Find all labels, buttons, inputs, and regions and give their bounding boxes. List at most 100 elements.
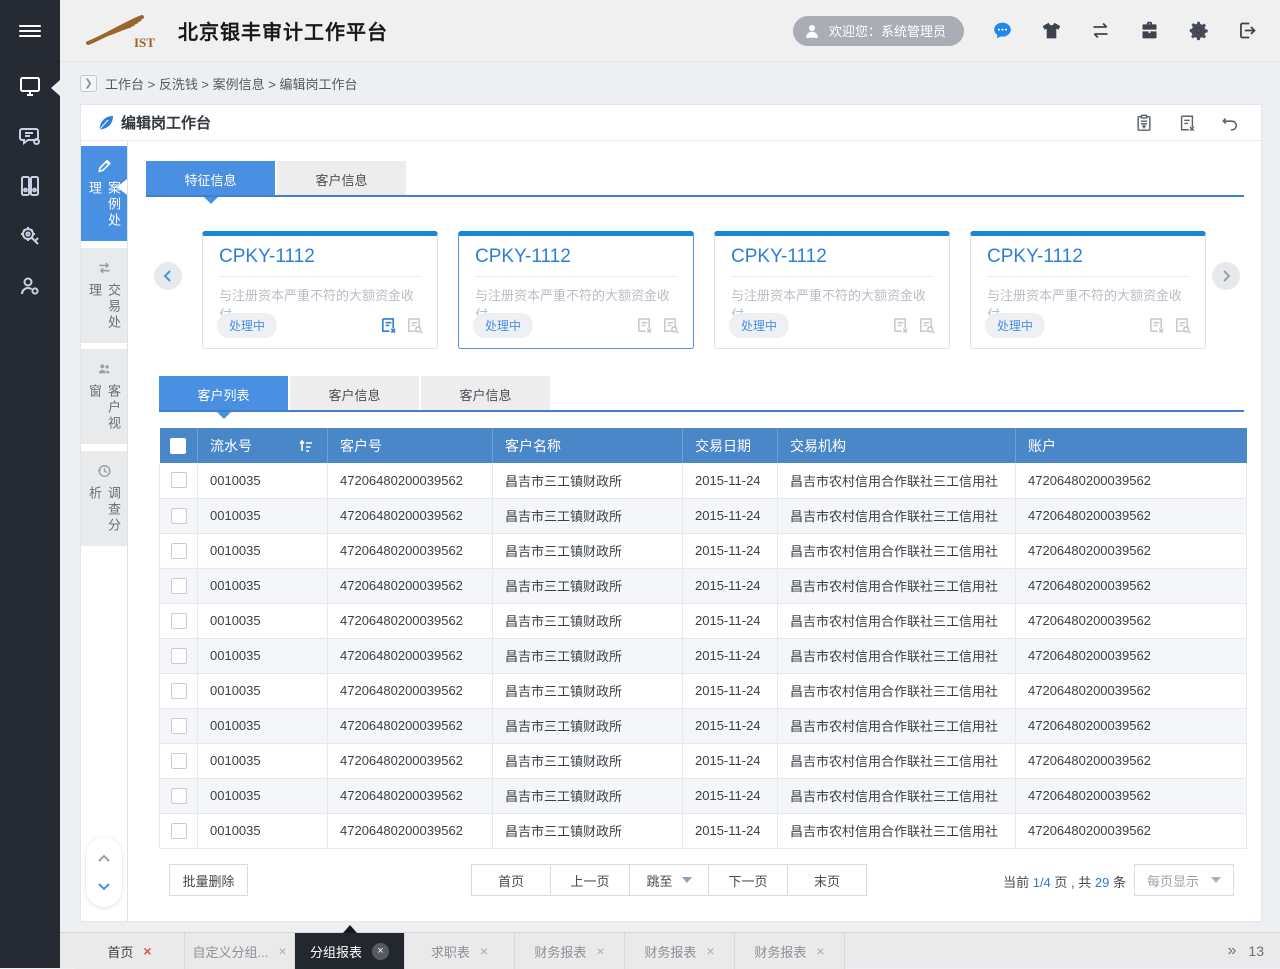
jump-to-dropdown[interactable]: 跳至 bbox=[629, 864, 709, 896]
carousel-prev-button[interactable] bbox=[154, 262, 182, 290]
menu-toggle-button[interactable] bbox=[0, 0, 60, 62]
tab-feature-info[interactable]: 特征信息 bbox=[146, 161, 277, 197]
chevron-up-icon[interactable] bbox=[97, 852, 111, 866]
case-card[interactable]: CPKY-1112 与注册资本严重不符的大额资金收付 处理中 bbox=[202, 231, 438, 349]
message-icon[interactable] bbox=[991, 20, 1013, 42]
table-cell: 昌吉市农村信用合作联社三工信用社 bbox=[778, 673, 1016, 708]
bottom-tab-job-form[interactable]: 求职表× bbox=[405, 933, 515, 969]
table-row[interactable]: 001003547206480200039562昌吉市三工镇财政所2015-11… bbox=[160, 533, 1247, 568]
table-cell: 47206480200039562 bbox=[328, 673, 493, 708]
case-card[interactable]: CPKY-1112 与注册资本严重不符的大额资金收付 处理中 bbox=[970, 231, 1206, 349]
table-row[interactable]: 001003547206480200039562昌吉市三工镇财政所2015-11… bbox=[160, 813, 1247, 848]
gear-icon[interactable] bbox=[1187, 20, 1209, 42]
sidebar-item-messages[interactable] bbox=[0, 113, 60, 163]
user-greeting-pill[interactable]: 欢迎您：系统管理员 bbox=[793, 16, 964, 46]
bottom-tab-group-report[interactable]: 分组报表× bbox=[295, 933, 405, 969]
side-tab-investigation[interactable]: 调查分析 bbox=[81, 451, 127, 546]
undo-icon[interactable] bbox=[1221, 114, 1239, 132]
side-tab-transaction-handling[interactable]: 交易处理 bbox=[81, 248, 127, 343]
table-row[interactable]: 001003547206480200039562昌吉市三工镇财政所2015-11… bbox=[160, 603, 1247, 638]
bottom-tab-home[interactable]: 首页× bbox=[75, 933, 185, 969]
feature-tabs: 特征信息 客户信息 bbox=[146, 161, 408, 197]
tab-customer-list[interactable]: 客户列表 bbox=[159, 376, 290, 412]
tab-customer-info-2[interactable]: 客户信息 bbox=[421, 376, 552, 412]
bottom-tab-finance-report-1[interactable]: 财务报表× bbox=[515, 933, 625, 969]
chevron-down-icon[interactable] bbox=[97, 879, 111, 893]
table-row[interactable]: 001003547206480200039562昌吉市三工镇财政所2015-11… bbox=[160, 673, 1247, 708]
sidebar-item-users[interactable] bbox=[0, 263, 60, 313]
row-checkbox[interactable] bbox=[171, 718, 187, 734]
doc-search-icon[interactable] bbox=[918, 317, 935, 334]
table-cell: 昌吉市农村信用合作联社三工信用社 bbox=[778, 813, 1016, 848]
first-page-button[interactable]: 首页 bbox=[471, 864, 551, 896]
close-icon[interactable]: × bbox=[596, 944, 604, 958]
user-icon bbox=[803, 22, 821, 40]
table-row[interactable]: 001003547206480200039562昌吉市三工镇财政所2015-11… bbox=[160, 463, 1247, 498]
next-page-button[interactable]: 下一页 bbox=[708, 864, 788, 896]
close-icon[interactable]: × bbox=[143, 944, 151, 958]
doc-delete-icon[interactable] bbox=[1148, 317, 1165, 334]
doc-search-icon[interactable] bbox=[662, 317, 679, 334]
prev-page-button[interactable]: 上一页 bbox=[550, 864, 630, 896]
case-card[interactable]: CPKY-1112 与注册资本严重不符的大额资金收付 处理中 bbox=[714, 231, 950, 349]
user-settings-icon bbox=[18, 274, 42, 303]
tab-customer-info[interactable]: 客户信息 bbox=[277, 161, 408, 197]
clipboard-submit-icon[interactable] bbox=[1135, 114, 1153, 132]
close-icon[interactable]: × bbox=[278, 944, 286, 958]
more-tabs-icon[interactable]: » bbox=[1228, 942, 1235, 960]
panel-header: 编辑岗工作台 bbox=[81, 105, 1261, 141]
tab-customer-info-1[interactable]: 客户信息 bbox=[290, 376, 421, 412]
bottom-tab-finance-report-3[interactable]: 财务报表× bbox=[735, 933, 845, 969]
case-card-selected[interactable]: CPKY-1112 与注册资本严重不符的大额资金收付 处理中 bbox=[458, 231, 694, 349]
row-checkbox[interactable] bbox=[171, 788, 187, 804]
row-checkbox[interactable] bbox=[171, 508, 187, 524]
doc-search-icon[interactable] bbox=[1174, 317, 1191, 334]
active-tab-pointer bbox=[343, 925, 357, 933]
case-code: CPKY-1112 bbox=[219, 246, 421, 277]
table-row[interactable]: 001003547206480200039562昌吉市三工镇财政所2015-11… bbox=[160, 498, 1247, 533]
close-icon[interactable]: × bbox=[372, 943, 389, 960]
select-all-checkbox[interactable] bbox=[170, 438, 186, 454]
row-checkbox[interactable] bbox=[171, 543, 187, 559]
breadcrumb-expand-icon[interactable]: ❯ bbox=[80, 75, 97, 92]
row-checkbox[interactable] bbox=[171, 613, 187, 629]
table-cell: 昌吉市三工镇财政所 bbox=[493, 498, 683, 533]
table-row[interactable]: 001003547206480200039562昌吉市三工镇财政所2015-11… bbox=[160, 638, 1247, 673]
bottom-tab-custom-group[interactable]: 自定义分组...× bbox=[185, 933, 295, 969]
doc-delete-icon[interactable] bbox=[380, 317, 397, 334]
doc-delete-icon[interactable] bbox=[636, 317, 653, 334]
last-page-button[interactable]: 末页 bbox=[787, 864, 867, 896]
sidebar-item-archive[interactable] bbox=[0, 163, 60, 213]
row-checkbox[interactable] bbox=[171, 823, 187, 839]
logout-icon[interactable] bbox=[1236, 20, 1258, 42]
row-checkbox[interactable] bbox=[171, 753, 187, 769]
briefcase-icon[interactable] bbox=[1138, 20, 1160, 42]
table-row[interactable]: 001003547206480200039562昌吉市三工镇财政所2015-11… bbox=[160, 568, 1247, 603]
row-checkbox[interactable] bbox=[171, 578, 187, 594]
doc-delete-icon[interactable] bbox=[1178, 114, 1196, 132]
batch-delete-button[interactable]: 批量删除 bbox=[169, 864, 248, 896]
theme-shirt-icon[interactable] bbox=[1040, 20, 1062, 42]
row-checkbox[interactable] bbox=[171, 683, 187, 699]
side-tab-customer-window[interactable]: 客户视窗 bbox=[81, 349, 127, 444]
carousel-next-button[interactable] bbox=[1212, 262, 1240, 290]
table-row[interactable]: 001003547206480200039562昌吉市三工镇财政所2015-11… bbox=[160, 708, 1247, 743]
close-icon[interactable]: × bbox=[816, 944, 824, 958]
doc-delete-icon[interactable] bbox=[892, 317, 909, 334]
close-icon[interactable]: × bbox=[480, 944, 488, 958]
table-row[interactable]: 001003547206480200039562昌吉市三工镇财政所2015-11… bbox=[160, 743, 1247, 778]
sidebar-item-settings[interactable] bbox=[0, 213, 60, 263]
row-checkbox[interactable] bbox=[171, 472, 187, 488]
column-header: 交易日期 bbox=[683, 428, 778, 463]
bottom-tab-finance-report-2[interactable]: 财务报表× bbox=[625, 933, 735, 969]
sidebar-item-workbench[interactable] bbox=[0, 63, 60, 113]
close-icon[interactable]: × bbox=[706, 944, 714, 958]
row-checkbox[interactable] bbox=[171, 648, 187, 664]
table-row[interactable]: 001003547206480200039562昌吉市三工镇财政所2015-11… bbox=[160, 778, 1247, 813]
breadcrumb: 工作台 > 反洗钱 > 案例信息 > 编辑岗工作台 bbox=[105, 74, 357, 93]
sort-icon[interactable] bbox=[298, 438, 313, 453]
per-page-dropdown[interactable]: 每页显示 bbox=[1134, 864, 1234, 896]
doc-search-icon[interactable] bbox=[406, 317, 423, 334]
swap-icon[interactable] bbox=[1089, 20, 1111, 42]
table-cell: 47206480200039562 bbox=[1016, 498, 1247, 533]
